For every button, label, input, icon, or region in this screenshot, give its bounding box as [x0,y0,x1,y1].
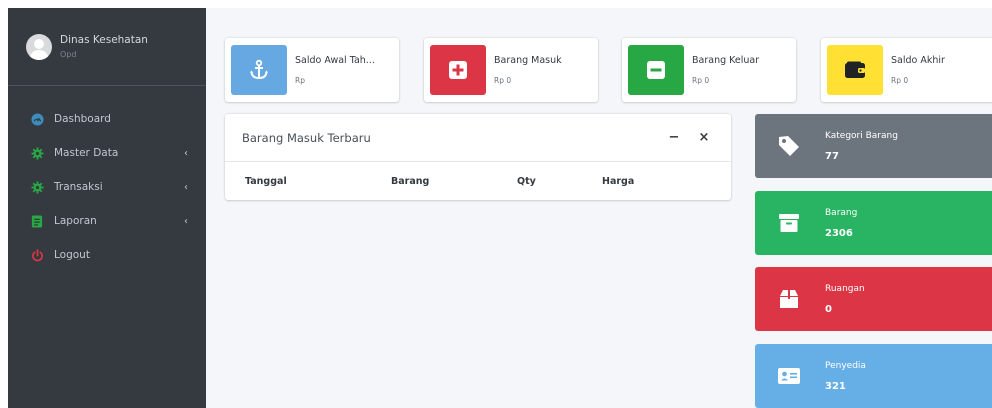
user-panel[interactable]: Dinas Kesehatan Opd [8,8,206,86]
recent-incoming-card: Barang Masuk Terbaru − × Tanggal Barang … [225,114,731,200]
chevron-left-icon: ‹ [184,215,188,227]
small-box-value: 321 [825,380,846,392]
user-avatar-icon [26,33,52,60]
sidebar-item-label: Dashboard [54,113,111,125]
power-icon [30,248,44,262]
info-box-title: Barang Masuk [494,55,562,66]
sidebar-item-label: Logout [54,249,90,261]
info-box-title: Barang Keluar [692,55,760,66]
info-box-value: Rp [295,76,305,85]
small-box-label: Penyedia [825,360,866,371]
small-box-barang[interactable]: Barang 2306 [755,191,992,255]
chevron-left-icon: ‹ [184,147,188,159]
small-box-label: Kategori Barang [825,130,898,141]
info-box-saldo-akhir: Saldo Akhir Rp 0 [821,38,992,102]
small-box-label: Ruangan [825,283,865,294]
info-box-value: Rp 0 [692,76,710,85]
gear-icon [30,180,44,194]
sidebar-item-laporan[interactable]: Laporan ‹ [8,204,206,238]
anchor-icon [231,45,287,95]
small-box-ruangan[interactable]: Ruangan 0 [755,267,992,331]
card-header: Barang Masuk Terbaru − × [225,114,731,162]
info-box-title: Saldo Awal Tah... [295,55,375,66]
table-header-row: Tanggal Barang Qty Harga [225,162,731,200]
info-box-barang-keluar: Barang Keluar Rp 0 [622,38,796,102]
minus-square-icon [628,45,684,95]
user-name: Dinas Kesehatan [60,34,148,46]
plus-square-icon [430,45,486,95]
column-header-tanggal[interactable]: Tanggal [245,176,287,187]
box-icon [775,285,803,313]
info-box-value: Rp 0 [891,76,909,85]
gear-icon [30,146,44,160]
chevron-left-icon: ‹ [184,181,188,193]
sidebar-item-dashboard[interactable]: Dashboard [8,102,206,136]
small-box-value: 2306 [825,227,853,239]
document-icon [30,214,44,228]
sidebar-item-master-data[interactable]: Master Data ‹ [8,136,206,170]
tag-icon [775,132,803,160]
sidebar-item-label: Laporan [54,215,97,227]
column-header-qty[interactable]: Qty [517,176,536,187]
sidebar-item-label: Master Data [54,147,119,159]
info-box-saldo-awal: Saldo Awal Tah... Rp [225,38,399,102]
sidebar-item-logout[interactable]: Logout [8,238,206,272]
sidebar-item-label: Transaksi [54,181,103,193]
info-box-title: Saldo Akhir [891,55,945,66]
small-box-value: 77 [825,150,839,162]
small-box-penyedia[interactable]: Penyedia 321 [755,344,992,408]
column-header-harga[interactable]: Harga [602,176,634,187]
sidebar: Dinas Kesehatan Opd Dashboard Master Dat… [8,8,206,408]
info-box-value: Rp 0 [494,76,512,85]
sidebar-item-transaksi[interactable]: Transaksi ‹ [8,170,206,204]
wallet-icon [827,45,883,95]
close-button[interactable]: × [693,130,715,145]
small-box-label: Barang [825,207,858,218]
user-subtitle: Opd [60,50,77,59]
id-card-icon [775,362,803,390]
dashboard-icon [30,112,44,126]
info-box-barang-masuk: Barang Masuk Rp 0 [424,38,598,102]
archive-icon [775,209,803,237]
collapse-button[interactable]: − [663,130,685,145]
column-header-barang[interactable]: Barang [391,176,429,187]
sidebar-nav: Dashboard Master Data ‹ Transaksi ‹ Lapo… [8,86,206,272]
small-box-kategori-barang[interactable]: Kategori Barang 77 [755,114,992,178]
card-title: Barang Masuk Terbaru [242,130,371,145]
main-content: Saldo Awal Tah... Rp Barang Masuk Rp 0 B… [206,8,992,408]
small-box-value: 0 [825,303,832,315]
app-frame: Dinas Kesehatan Opd Dashboard Master Dat… [0,0,992,408]
